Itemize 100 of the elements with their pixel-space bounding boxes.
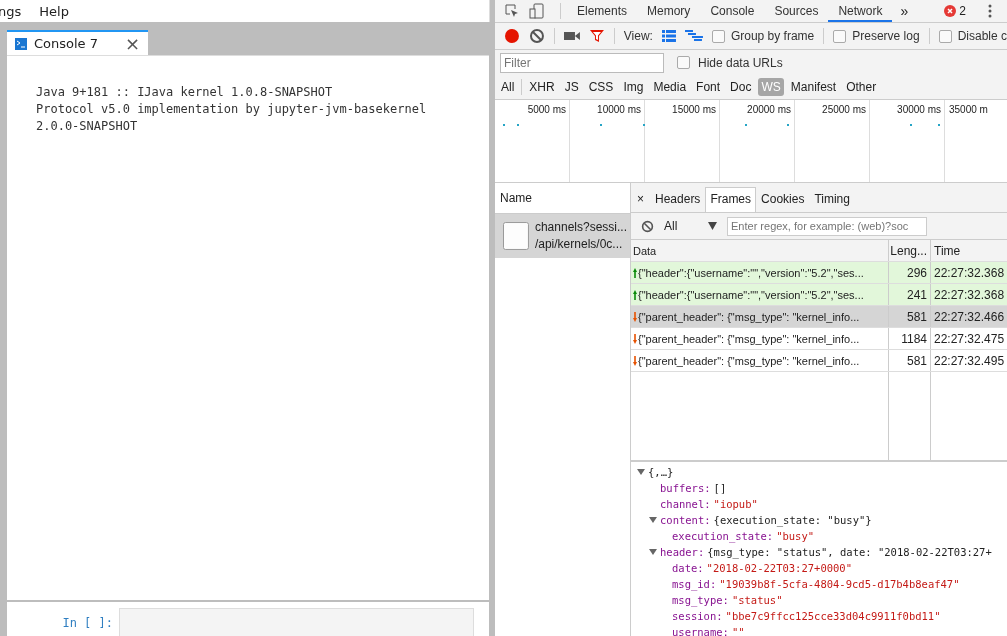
- frame-row[interactable]: {"header":{"username":"","version":"5.2","ses... 296 22:27:32.368: [631, 262, 1007, 284]
- list-view-icon[interactable]: [661, 30, 676, 42]
- detail-tab[interactable]: Frames: [705, 187, 757, 212]
- menu-icon[interactable]: [987, 4, 992, 18]
- property-key: header:: [660, 544, 705, 560]
- type-filter-button[interactable]: CSS: [585, 78, 617, 96]
- console-output-line: Java 9+181 :: IJava kernel 1.0.8-SNAPSHOT: [36, 84, 334, 101]
- camera-icon[interactable]: [563, 30, 580, 42]
- console-tab[interactable]: Console 7 ×: [7, 30, 148, 55]
- type-filter-button[interactable]: Media: [650, 78, 690, 96]
- property-value: "status": [731, 593, 783, 608]
- clear-icon[interactable]: [641, 219, 654, 233]
- filter-icon[interactable]: [588, 28, 605, 44]
- property-value: "iopub": [713, 497, 758, 512]
- console-output-line: Protocol v5.0 implementation by jupyter-jvm-basekernel: [36, 101, 428, 118]
- menu-item[interactable]: ngs: [0, 3, 22, 19]
- checkbox[interactable]: [833, 29, 847, 43]
- error-icon: [944, 5, 957, 17]
- up-arrow-icon: [633, 289, 637, 300]
- property-value: {execution_state: "busy"}: [713, 513, 872, 528]
- property-value: []: [713, 481, 727, 496]
- frame-type-select[interactable]: All: [664, 219, 698, 233]
- property-value: {,…}: [648, 465, 674, 480]
- inspect-icon[interactable]: [504, 3, 520, 19]
- frame-time: 22:27:32.495: [933, 352, 1006, 370]
- request-row[interactable]: channels?sessi... /api/kernels/0c...: [495, 214, 630, 258]
- property-key: channel:: [660, 496, 711, 512]
- frame-time: 22:27:32.368: [933, 286, 1006, 304]
- type-filter-button[interactable]: All: [498, 78, 518, 96]
- frame-time: 22:27:32.466: [933, 308, 1006, 326]
- type-filter-button[interactable]: JS: [561, 78, 582, 96]
- type-filter-button[interactable]: Manifest: [787, 78, 840, 96]
- code-input-field[interactable]: [119, 608, 474, 636]
- column-header: Data: [631, 240, 889, 261]
- frame-data: {"header":{"username":"","version":"5.2","ses...: [638, 288, 864, 301]
- property-key: execution_state:: [672, 528, 774, 544]
- view-label: View:: [623, 29, 653, 43]
- terminal-icon: [15, 37, 27, 50]
- down-arrow-icon: [633, 355, 637, 366]
- checkbox-label: Hide data URLs: [698, 55, 783, 70]
- frame-data: {"header":{"username":"","version":"5.2","ses...: [638, 266, 864, 279]
- record-button[interactable]: [504, 28, 520, 44]
- frame-length: 296: [889, 262, 931, 283]
- devtools-tab[interactable]: Memory: [637, 0, 701, 22]
- checkbox-label: Group by frame: [730, 29, 815, 43]
- dropdown-icon[interactable]: [708, 222, 717, 230]
- devtools-tab[interactable]: Sources: [764, 0, 829, 22]
- expanded-triangle-icon[interactable]: [637, 468, 645, 476]
- type-filter-button[interactable]: Doc: [727, 78, 755, 96]
- timeline-tick-label: 35000 m: [949, 104, 988, 115]
- down-arrow-icon: [633, 333, 637, 344]
- checkbox[interactable]: [711, 29, 725, 43]
- tab-label: Console 7: [34, 36, 99, 51]
- property-key: date:: [672, 560, 704, 576]
- frame-length: 1184: [889, 328, 931, 349]
- console-output-line: 2.0.0-SNAPSHOT: [36, 118, 139, 135]
- type-filter-button[interactable]: XHR: [526, 78, 558, 96]
- close-button[interactable]: ×: [635, 192, 650, 212]
- frame-time: 22:27:32.368: [933, 264, 1006, 282]
- error-count: 2: [959, 4, 966, 18]
- expanded-triangle-icon[interactable]: [649, 516, 657, 524]
- frame-data: {"parent_header": {"msg_type": "kernel_info...: [638, 354, 860, 367]
- devtools-tab[interactable]: Elements: [567, 0, 638, 22]
- frame-row[interactable]: {"header":{"username":"","version":"5.2","ses... 241 22:27:32.368: [631, 284, 1007, 306]
- property-key: content:: [660, 512, 711, 528]
- property-key: buffers:: [660, 480, 711, 496]
- down-arrow-icon: [633, 311, 637, 322]
- waterfall-icon[interactable]: [684, 30, 703, 42]
- checkbox-label: Preserve log: [852, 29, 920, 43]
- property-value: {msg_type: "status", date: "2018-02-22T03:27+: [707, 545, 992, 560]
- up-arrow-icon: [633, 267, 637, 278]
- more-tabs-button[interactable]: »: [892, 3, 917, 19]
- frame-row[interactable]: {"parent_header": {"msg_type": "kernel_info... 1184 22:27:32.475: [631, 328, 1007, 350]
- checkbox[interactable]: [938, 29, 952, 43]
- filter-field[interactable]: Filter: [500, 52, 664, 73]
- frame-data: {"parent_header": {"msg_type": "kernel_info...: [638, 332, 860, 345]
- property-value: "2018-02-22T03:27+0000": [706, 561, 852, 576]
- frame-row[interactable]: {"parent_header": {"msg_type": "kernel_info... 581 22:27:32.466: [631, 306, 1007, 328]
- clear-icon[interactable]: [528, 28, 545, 44]
- devtools-tab[interactable]: Network: [828, 0, 893, 22]
- property-key: session:: [672, 608, 723, 624]
- checkbox[interactable]: [677, 56, 690, 69]
- timeline-tick-label: 30000 ms: [897, 104, 941, 115]
- close-button[interactable]: ×: [124, 34, 140, 53]
- frame-length: 241: [889, 284, 931, 305]
- menu-item[interactable]: Help: [39, 3, 69, 19]
- type-filter-button[interactable]: Img: [620, 78, 647, 96]
- property-value: "busy": [776, 529, 815, 544]
- detail-tab[interactable]: Headers: [650, 187, 706, 212]
- detail-tab[interactable]: Timing: [809, 187, 855, 212]
- type-filter-button[interactable]: Other: [843, 78, 880, 96]
- type-filter-button[interactable]: Font: [693, 78, 724, 96]
- detail-tab[interactable]: Cookies: [756, 187, 810, 212]
- expanded-triangle-icon[interactable]: [649, 548, 657, 556]
- column-header: Leng...: [889, 240, 931, 261]
- timeline-tick-label: 15000 ms: [672, 104, 716, 115]
- regex-filter-field[interactable]: Enter regex, for example: (web)?soc: [727, 216, 927, 236]
- column-header: Time: [933, 242, 962, 260]
- devtools-tab[interactable]: Console: [700, 0, 765, 22]
- device-icon[interactable]: [529, 3, 545, 19]
